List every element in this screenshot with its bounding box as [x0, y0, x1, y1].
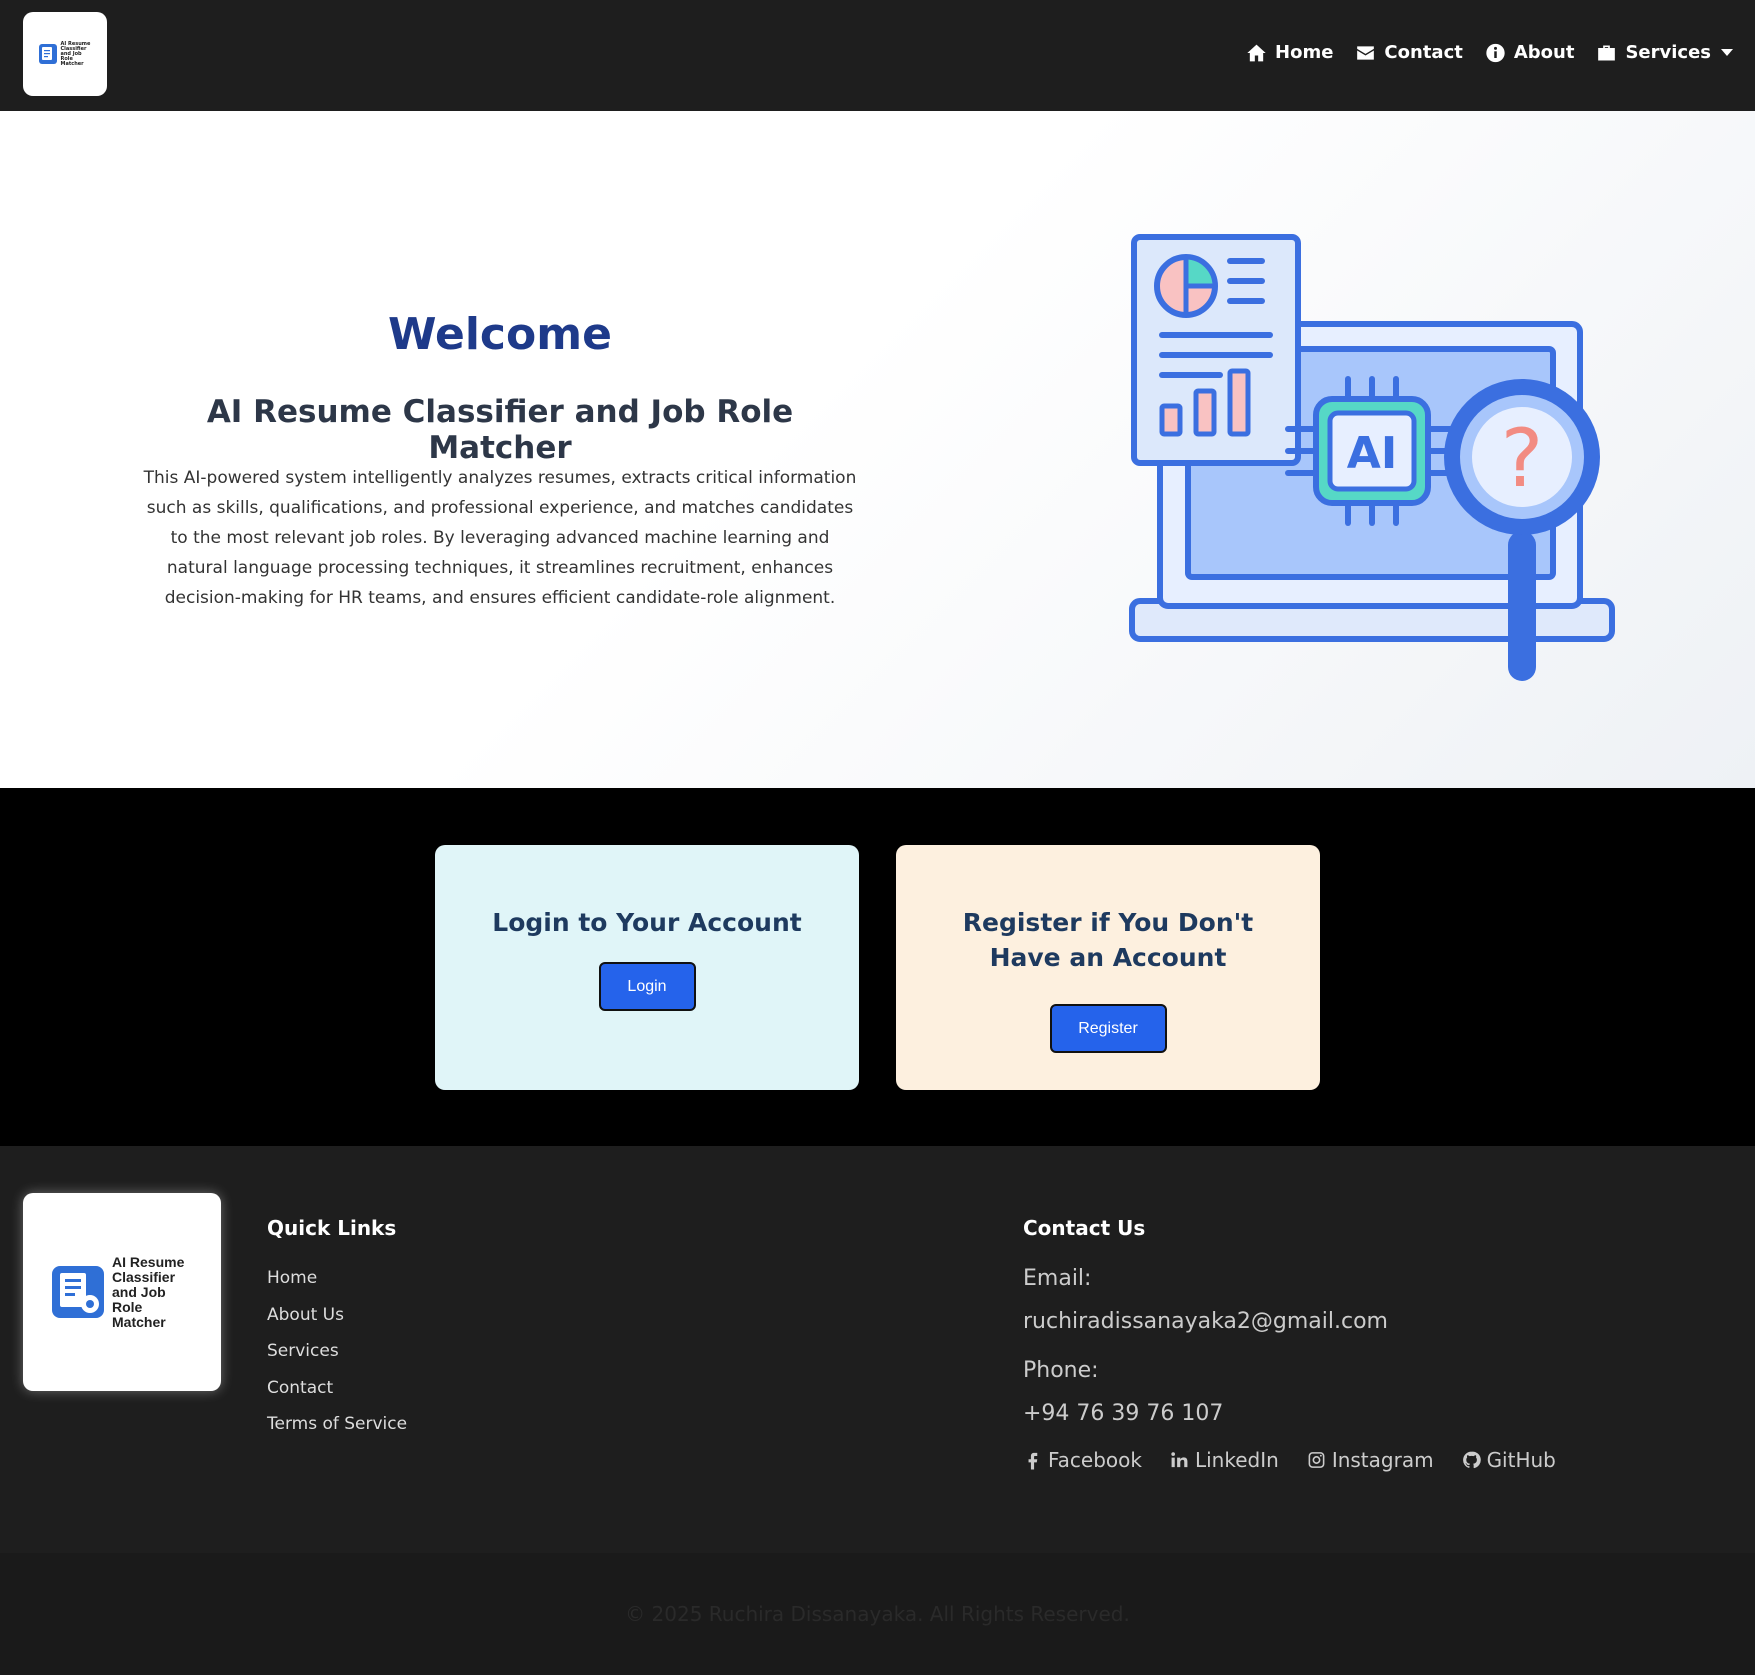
nav-contact-label: Contact: [1384, 42, 1463, 63]
social-instagram-label: Instagram: [1331, 1448, 1434, 1472]
copyright: © 2025 Ruchira Dissanayaka. All Rights R…: [0, 1553, 1755, 1675]
auth-section: Login to Your Account Login Register if …: [0, 788, 1755, 1146]
hero-description: This AI-powered system intelligently ana…: [143, 468, 857, 608]
email-label: Email:: [1023, 1266, 1092, 1291]
envelope-icon: [1357, 45, 1375, 60]
social-facebook-label: Facebook: [1048, 1448, 1142, 1472]
nav-home-label: Home: [1275, 42, 1334, 63]
site-logo[interactable]: AI Resume Classifier and Job Role Matche…: [23, 12, 107, 96]
login-card: Login to Your Account Login: [435, 845, 859, 1090]
footer-logo-text: AI Resume Classifier and Job Role Matche…: [112, 1253, 185, 1330]
social-linkedin-label: LinkedIn: [1194, 1448, 1279, 1472]
briefcase-icon: [1598, 45, 1616, 60]
linkedin-icon: [1171, 1452, 1188, 1468]
quick-link-contact[interactable]: Contact: [267, 1370, 407, 1407]
nav-home[interactable]: Home: [1246, 42, 1333, 63]
quick-link-about-us[interactable]: About Us: [267, 1297, 407, 1334]
phone-label: Phone:: [1023, 1358, 1099, 1383]
social-github[interactable]: GitHub: [1462, 1448, 1556, 1472]
hero-title: Welcome: [388, 309, 612, 360]
quick-link-terms[interactable]: Terms of Service: [267, 1406, 407, 1443]
nav-services-dropdown[interactable]: Services: [1596, 42, 1733, 63]
quick-links: Quick Links Home About Us Services Conta…: [267, 1216, 407, 1443]
social-linkedin[interactable]: LinkedIn: [1170, 1448, 1279, 1472]
nav-links: Home Contact About Services: [1246, 42, 1733, 63]
social-instagram[interactable]: Instagram: [1307, 1448, 1434, 1472]
navbar: AI Resume Classifier and Job Role Matche…: [0, 0, 1755, 111]
social-github-label: GitHub: [1486, 1448, 1556, 1472]
instagram-icon: [1308, 1452, 1325, 1468]
quick-link-services[interactable]: Services: [267, 1333, 407, 1370]
nav-about[interactable]: About: [1485, 42, 1575, 63]
register-card-title: Register if You Don't Have an Account: [962, 908, 1254, 972]
login-card-title: Login to Your Account: [492, 908, 802, 937]
contact-heading: Contact Us: [1023, 1216, 1146, 1240]
home-icon: [1247, 44, 1266, 61]
question-mark-label: ?: [1501, 412, 1543, 505]
footer: AI Resume Classifier and Job Role Matche…: [0, 1146, 1755, 1553]
caret-down-icon: [1721, 49, 1733, 56]
social-facebook[interactable]: Facebook: [1023, 1448, 1142, 1472]
register-button[interactable]: Register: [1049, 1004, 1167, 1053]
hero-subtitle: AI Resume Classifier and Job Role Matche…: [206, 394, 794, 466]
phone-value[interactable]: +94 76 39 76 107: [1023, 1401, 1556, 1426]
resume-logo-icon: [38, 44, 57, 64]
footer-logo: AI Resume Classifier and Job Role Matche…: [23, 1193, 221, 1391]
info-icon: [1486, 43, 1505, 62]
facebook-icon: [1028, 1452, 1038, 1470]
nav-contact[interactable]: Contact: [1355, 42, 1463, 63]
ai-resume-illustration: AI ?: [1129, 234, 1615, 681]
quick-links-heading: Quick Links: [267, 1216, 397, 1240]
login-button[interactable]: Login: [598, 962, 696, 1011]
contact-us: Contact Us Email: ruchiradissanayaka2@gm…: [1023, 1216, 1556, 1472]
hero-section: Welcome AI Resume Classifier and Job Rol…: [0, 111, 1755, 788]
social-links: Facebook LinkedIn Instagram GitHub: [1023, 1448, 1556, 1472]
site-logo-text: AI Resume Classifier and Job Role Matche…: [60, 40, 91, 67]
email-value[interactable]: ruchiradissanayaka2@gmail.com: [1023, 1309, 1556, 1334]
quick-link-home[interactable]: Home: [267, 1260, 407, 1297]
nav-services-label: Services: [1625, 42, 1711, 63]
register-card: Register if You Don't Have an Account Re…: [896, 845, 1320, 1090]
resume-logo-icon: [52, 1266, 104, 1318]
ai-chip-label: AI: [1347, 428, 1397, 479]
github-icon: [1462, 1451, 1481, 1469]
nav-about-label: About: [1513, 42, 1575, 63]
